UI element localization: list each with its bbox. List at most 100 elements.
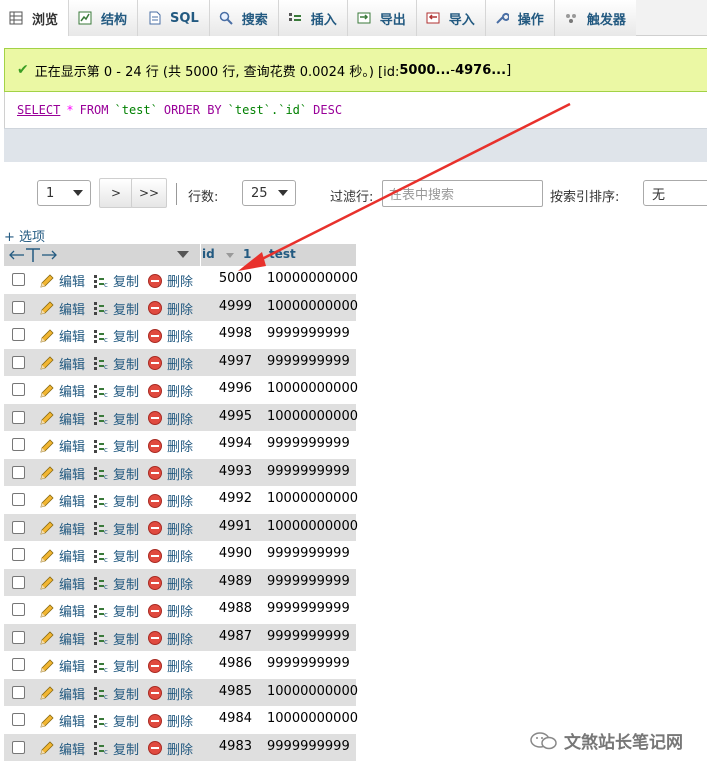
column-header-test[interactable]: test <box>269 247 296 261</box>
edit-button[interactable]: 编辑 <box>39 519 85 538</box>
delete-button[interactable]: 删除 <box>147 354 193 373</box>
row-checkbox[interactable] <box>12 355 25 369</box>
delete-button[interactable]: 删除 <box>147 656 193 675</box>
copy-button[interactable]: c 复制 <box>93 326 139 345</box>
copy-icon: c <box>93 548 109 564</box>
tab-browse[interactable]: 浏览 <box>0 0 70 36</box>
delete-button[interactable]: 删除 <box>147 381 193 400</box>
edit-button[interactable]: 编辑 <box>39 491 85 510</box>
copy-button[interactable]: c 复制 <box>93 491 139 510</box>
delete-button[interactable]: 删除 <box>147 546 193 565</box>
delete-button[interactable]: 删除 <box>147 519 193 538</box>
edit-button[interactable]: 编辑 <box>39 299 85 318</box>
edit-button[interactable]: 编辑 <box>39 409 85 428</box>
copy-button[interactable]: c 复制 <box>93 684 139 703</box>
svg-text:c: c <box>104 391 108 399</box>
edit-button[interactable]: 编辑 <box>39 601 85 620</box>
delete-button[interactable]: 删除 <box>147 601 193 620</box>
tab-triggers[interactable]: 触发器 <box>554 0 636 36</box>
row-checkbox[interactable] <box>12 383 25 396</box>
row-checkbox[interactable] <box>12 493 25 506</box>
row-checkbox[interactable] <box>12 328 25 341</box>
row-checkbox[interactable] <box>12 300 25 314</box>
options-link[interactable]: + 选项 <box>4 226 45 245</box>
copy-button[interactable]: c 复制 <box>93 519 139 538</box>
copy-button[interactable]: c 复制 <box>93 656 139 675</box>
copy-button[interactable]: c 复制 <box>93 354 139 373</box>
copy-button[interactable]: c 复制 <box>93 574 139 593</box>
delete-button[interactable]: 删除 <box>147 299 193 318</box>
edit-button[interactable]: 编辑 <box>39 381 85 400</box>
tab-import[interactable]: 导入 <box>416 0 486 36</box>
copy-button[interactable]: c 复制 <box>93 711 139 730</box>
tab-search[interactable]: 搜索 <box>209 0 279 36</box>
tab-sql[interactable]: SQL <box>138 0 210 36</box>
row-checkbox[interactable] <box>12 465 25 479</box>
edit-button[interactable]: 编辑 <box>39 464 85 483</box>
edit-button[interactable]: 编辑 <box>39 739 85 758</box>
row-checkbox[interactable] <box>12 520 25 534</box>
edit-button[interactable]: 编辑 <box>39 574 85 593</box>
row-checkbox[interactable] <box>12 575 25 589</box>
copy-button[interactable]: c 复制 <box>93 381 139 400</box>
edit-button[interactable]: 编辑 <box>39 546 85 565</box>
delete-button[interactable]: 删除 <box>147 711 193 730</box>
delete-button[interactable]: 删除 <box>147 574 193 593</box>
chevron-down-icon[interactable] <box>177 251 189 258</box>
tab-operations[interactable]: 操作 <box>485 0 555 36</box>
tab-export[interactable]: 导出 <box>347 0 417 36</box>
row-checkbox[interactable] <box>12 603 25 616</box>
next-page-button[interactable]: > <box>99 178 133 208</box>
sql-select-link[interactable]: SELECT <box>17 103 60 117</box>
filter-input[interactable]: 在表中搜索 <box>382 180 543 207</box>
column-header-id[interactable]: id <box>202 247 215 261</box>
browse-icon <box>8 10 24 26</box>
row-checkbox[interactable] <box>12 740 25 754</box>
tab-structure[interactable]: 结构 <box>69 0 139 36</box>
delete-button[interactable]: 删除 <box>147 629 193 648</box>
copy-button[interactable]: c 复制 <box>93 464 139 483</box>
rows-select[interactable]: 25 <box>242 180 296 206</box>
last-page-button[interactable]: >> <box>131 178 167 208</box>
copy-button[interactable]: c 复制 <box>93 546 139 565</box>
row-checkbox[interactable] <box>12 438 25 451</box>
delete-button[interactable]: 删除 <box>147 491 193 510</box>
row-checkbox[interactable] <box>12 410 25 424</box>
edit-button[interactable]: 编辑 <box>39 711 85 730</box>
copy-button[interactable]: c 复制 <box>93 601 139 620</box>
edit-button[interactable]: 编辑 <box>39 326 85 345</box>
delete-button[interactable]: 删除 <box>147 271 193 290</box>
copy-label: 复制 <box>113 302 140 318</box>
delete-button[interactable]: 删除 <box>147 409 193 428</box>
delete-button[interactable]: 删除 <box>147 436 193 455</box>
copy-button[interactable]: c 复制 <box>93 299 139 318</box>
delete-button[interactable]: 删除 <box>147 739 193 758</box>
page-select[interactable]: 1 <box>37 180 91 206</box>
edit-button[interactable]: 编辑 <box>39 271 85 290</box>
copy-button[interactable]: c 复制 <box>93 271 139 290</box>
row-checkbox[interactable] <box>12 548 25 561</box>
edit-button[interactable]: 编辑 <box>39 656 85 675</box>
copy-button[interactable]: c 复制 <box>93 436 139 455</box>
delete-button[interactable]: 删除 <box>147 326 193 345</box>
edit-button[interactable]: 编辑 <box>39 354 85 373</box>
edit-button[interactable]: 编辑 <box>39 684 85 703</box>
copy-button[interactable]: c 复制 <box>93 409 139 428</box>
row-checkbox[interactable] <box>12 685 25 699</box>
edit-button[interactable]: 编辑 <box>39 436 85 455</box>
column-resize-icon[interactable] <box>8 246 60 267</box>
copy-icon: c <box>93 713 109 729</box>
sort-select[interactable]: 无 <box>643 180 707 206</box>
copy-button[interactable]: c 复制 <box>93 629 139 648</box>
cell-test: 9999999999 <box>267 628 350 644</box>
edit-button[interactable]: 编辑 <box>39 629 85 648</box>
delete-button[interactable]: 删除 <box>147 464 193 483</box>
row-checkbox[interactable] <box>12 658 25 671</box>
row-checkbox[interactable] <box>12 273 25 286</box>
row-checkbox[interactable] <box>12 713 25 726</box>
copy-button[interactable]: c 复制 <box>93 739 139 758</box>
delete-button[interactable]: 删除 <box>147 684 193 703</box>
cell-id: 4989 <box>218 573 252 589</box>
row-checkbox[interactable] <box>12 630 25 644</box>
tab-insert[interactable]: 插入 <box>278 0 348 36</box>
